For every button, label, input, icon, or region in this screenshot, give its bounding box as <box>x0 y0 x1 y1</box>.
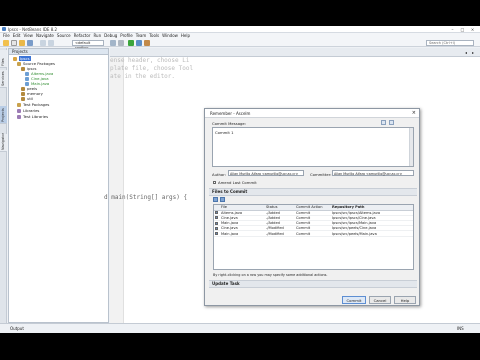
project-icon <box>13 56 17 61</box>
library-icon <box>17 108 21 113</box>
path-cell: Ipscs/src/peels/Main.java <box>331 230 413 237</box>
editor-scroll-right-icon[interactable]: ▸ <box>472 50 474 55</box>
cancel-button[interactable]: Cancel <box>369 296 391 304</box>
include-checkbox[interactable] <box>215 232 218 236</box>
committer-select[interactable]: Allan Murillo Alfaro <amurillo@ucr.ac.cr… <box>332 170 414 176</box>
profile-icon[interactable] <box>144 40 150 46</box>
commit-message-text: Commit 1 <box>215 130 234 135</box>
amend-label: Amend Last Commit <box>218 180 257 185</box>
files-section-header: Files to Commit <box>209 188 417 196</box>
maximize-icon[interactable]: □ <box>458 27 467 32</box>
tree-node-libraries[interactable]: Libraries <box>17 108 39 113</box>
commit-message-textarea[interactable]: Commit 1 <box>212 127 414 167</box>
commit-dialog: Remember - Ascelm × Commit Message: Comm… <box>204 108 420 306</box>
code-line: d main(String[] args) { <box>104 194 188 201</box>
output-tab[interactable]: Output <box>10 326 24 331</box>
package-folder-icon <box>17 102 21 107</box>
config-select[interactable]: <default config> <box>72 40 104 50</box>
java-file-icon <box>25 71 29 76</box>
save-all-icon[interactable] <box>27 40 33 46</box>
minimize-icon[interactable]: – <box>448 27 457 32</box>
letterbox-top <box>0 0 480 26</box>
message-templates-icon[interactable] <box>389 120 394 125</box>
redo-icon[interactable] <box>48 40 54 46</box>
status-bar: Output INS <box>0 323 480 333</box>
insert-mode-indicator: INS <box>457 326 464 331</box>
editor-tabs: ◂ ▸ <box>110 48 480 57</box>
java-file-icon <box>25 81 29 86</box>
committer-label: Committer: <box>310 172 332 177</box>
commit-button[interactable]: Commit <box>342 296 366 304</box>
package-icon <box>21 96 25 101</box>
letterbox-bottom <box>0 333 480 360</box>
include-checkbox[interactable] <box>215 211 218 215</box>
author-label: Author: <box>212 172 226 177</box>
new-project-icon[interactable] <box>3 40 9 46</box>
line-gutter <box>110 57 124 323</box>
tree-node-test-libraries[interactable]: Test Libraries <box>17 114 48 119</box>
include-checkbox[interactable] <box>215 221 218 225</box>
editor-scroll-left-icon[interactable]: ◂ <box>465 50 467 55</box>
code-line: ense header, choose Li <box>110 57 190 64</box>
include-checkbox[interactable] <box>215 216 218 220</box>
dialog-title-bar: Remember - Ascelm × <box>205 109 419 118</box>
file-cell: Main.java <box>220 230 265 237</box>
code-line: plate file, choose Tool <box>110 65 194 72</box>
dialog-close-icon[interactable]: × <box>412 110 416 116</box>
title-bar: Ipscs - NetBeans IDE 8.2 – □ × <box>0 26 480 33</box>
undo-icon[interactable] <box>40 40 46 46</box>
package-icon <box>21 66 25 71</box>
tab-navigator[interactable]: Navigator <box>0 133 7 152</box>
files-hint-text: By right-clicking on a row you may speci… <box>213 273 328 277</box>
recent-messages-icon[interactable] <box>381 120 386 125</box>
run-icon[interactable] <box>128 40 134 46</box>
app-icon <box>2 27 6 31</box>
build-icon[interactable] <box>110 40 116 46</box>
tab-services[interactable]: Services <box>0 70 7 88</box>
close-icon[interactable]: × <box>468 27 477 32</box>
action-cell[interactable]: Commit <box>295 230 331 237</box>
status-cell: -/Modified <box>265 230 295 237</box>
code-line: ate in the editor. <box>110 73 176 80</box>
commit-message-label: Commit Message: <box>212 121 247 126</box>
author-select[interactable]: Allan Murillo Alfaro <amurillo@ucr.ac.cr… <box>228 170 304 176</box>
tree-node-test-packages[interactable]: Test Packages <box>17 102 49 107</box>
tab-projects[interactable]: Projects <box>0 106 7 124</box>
package-icon <box>21 91 25 96</box>
search-input[interactable]: Search (Ctrl+I) <box>426 40 474 46</box>
textarea-scrollbar[interactable] <box>409 128 413 166</box>
files-table: File Status Commit Action Repository Pat… <box>214 205 413 237</box>
package-icon <box>21 86 25 91</box>
projects-panel: Projects Ipscs Source Packages ipscs Ait… <box>8 48 109 323</box>
window-title: Ipscs - NetBeans IDE 8.2 <box>8 27 58 32</box>
library-icon <box>17 114 21 119</box>
projects-panel-title: Projects <box>9 49 108 55</box>
clean-build-icon[interactable] <box>118 40 124 46</box>
new-file-icon[interactable] <box>11 40 17 46</box>
tab-files[interactable]: Files <box>0 50 7 68</box>
amend-checkbox[interactable] <box>213 181 216 184</box>
commit-view-icon[interactable] <box>213 197 218 202</box>
help-button[interactable]: Help <box>394 296 416 304</box>
table-row[interactable]: Main.java -/Modified Commit Ipscs/src/pe… <box>214 230 413 237</box>
netbeans-window: Ipscs - NetBeans IDE 8.2 – □ × File Edit V… <box>0 26 480 333</box>
open-project-icon[interactable] <box>19 40 25 46</box>
package-folder-icon <box>17 61 21 66</box>
java-file-icon <box>25 76 29 81</box>
side-tab-strip: Files Services Projects Navigator <box>0 48 7 323</box>
files-table-container: File Status Commit Action Repository Pat… <box>213 204 414 270</box>
dialog-title: Remember - Ascelm <box>210 111 251 116</box>
diff-view-icon[interactable] <box>220 197 225 202</box>
include-checkbox[interactable] <box>215 226 218 230</box>
update-task-section-header[interactable]: Update Task <box>209 280 417 288</box>
debug-icon[interactable] <box>136 40 142 46</box>
tree-node-package[interactable]: util <box>21 96 33 101</box>
toolbar: <default config> Search (Ctrl+I) <box>0 39 480 50</box>
